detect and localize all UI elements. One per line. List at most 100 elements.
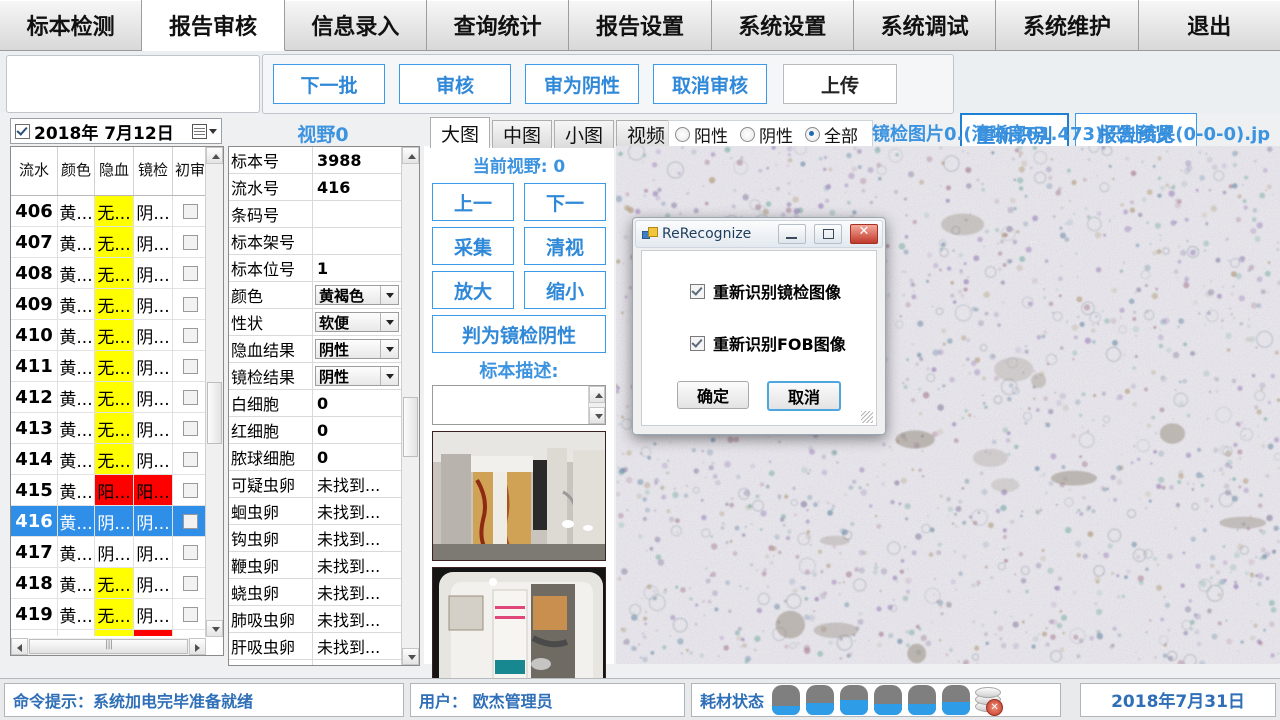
table-row[interactable]: 414 黄... 无... 阴...: [11, 444, 223, 475]
scroll-right-arrow[interactable]: [189, 638, 206, 655]
recognize-fob-checkbox-row[interactable]: 重新识别FOB图像: [642, 331, 876, 355]
radio-label-1[interactable]: 阳性: [694, 122, 728, 147]
chevron-down-icon[interactable]: [380, 367, 398, 385]
toolbar-button-1[interactable]: 下一批: [273, 64, 385, 104]
table-row[interactable]: 412 黄... 无... 阴...: [11, 382, 223, 413]
tab-6[interactable]: 系统设置: [711, 0, 854, 50]
specimen-photo-thumbnail-2[interactable]: [432, 567, 606, 695]
tab-3[interactable]: 信息录入: [284, 0, 427, 50]
tab-7[interactable]: 系统调试: [853, 0, 997, 50]
next-field-button[interactable]: 下一: [524, 183, 606, 221]
toolbar-button-3[interactable]: 审为阴性: [525, 64, 639, 104]
hscroll-thumb[interactable]: [29, 639, 188, 654]
dialog-titlebar[interactable]: ReRecognize: [635, 220, 883, 248]
detail-row[interactable]: 性状 软便: [229, 309, 401, 336]
detail-row[interactable]: 标本号 3988: [229, 147, 401, 174]
row-review-checkbox[interactable]: [173, 196, 207, 226]
detail-row[interactable]: 红细胞 0: [229, 417, 401, 444]
detail-row[interactable]: 蛲虫卵 未找到...: [229, 579, 401, 606]
row-review-checkbox[interactable]: [173, 258, 207, 288]
radio-3[interactable]: [805, 126, 820, 142]
capture-button[interactable]: 采集: [432, 227, 514, 265]
detail-row[interactable]: 颜色 黄褐色: [229, 282, 401, 309]
viewer-tab-1[interactable]: 大图: [430, 117, 491, 148]
row-review-checkbox[interactable]: [173, 599, 207, 629]
detail-row[interactable]: 镜检结果 阴性: [229, 363, 401, 390]
table-row[interactable]: 407 黄... 无... 阴...: [11, 227, 223, 258]
combo-box[interactable]: 黄褐色: [315, 285, 399, 305]
checkbox-checked-icon[interactable]: [690, 283, 705, 299]
checkbox-checked-icon[interactable]: [690, 335, 705, 351]
table-row[interactable]: 409 黄... 无... 阴...: [11, 289, 223, 320]
detail-row[interactable]: 血吸虫卵未找到...: [229, 660, 401, 665]
specimen-list-grid[interactable]: 流水颜色隐血镜检初审 406 黄... 无... 阴... 407 黄... 无... 阴..…: [10, 146, 224, 656]
tab-9[interactable]: 退出: [1138, 0, 1280, 50]
date-dropdown-button[interactable]: [192, 123, 217, 139]
desc-scroll-down-arrow[interactable]: [589, 407, 605, 424]
detail-row[interactable]: 标本架号: [229, 228, 401, 255]
radio-label-3[interactable]: 全部: [824, 122, 858, 147]
detail-row[interactable]: 标本位号 1: [229, 255, 401, 282]
table-row[interactable]: 417 黄... 阴... 阴...: [11, 537, 223, 568]
detail-row[interactable]: 肺吸虫卵 未找到...: [229, 606, 401, 633]
toolbar-button-5[interactable]: 上传: [783, 64, 897, 104]
grid-header-4[interactable]: 镜检: [134, 147, 173, 195]
specimen-list-vscrollbar[interactable]: [205, 147, 223, 637]
scroll-up-arrow[interactable]: [206, 147, 223, 164]
combo-box[interactable]: 阴性: [315, 339, 399, 359]
detail-combo[interactable]: 软便: [313, 309, 401, 335]
row-review-checkbox[interactable]: [173, 289, 207, 319]
dialog-ok-button[interactable]: 确定: [677, 381, 749, 409]
tab-2[interactable]: 报告审核: [142, 0, 285, 51]
detail-scroll-thumb[interactable]: [403, 397, 418, 457]
dialog-cancel-button[interactable]: 取消: [767, 381, 841, 411]
table-row[interactable]: 411 黄... 无... 阴...: [11, 351, 223, 382]
row-review-checkbox[interactable]: [173, 413, 207, 443]
prev-field-button[interactable]: 上一: [432, 183, 514, 221]
table-row[interactable]: 413 黄... 无... 阴...: [11, 413, 223, 444]
detail-row[interactable]: 蛔虫卵 未找到...: [229, 498, 401, 525]
memo-field[interactable]: [6, 55, 260, 113]
minimize-button[interactable]: [778, 224, 806, 244]
table-row[interactable]: 418 黄... 无... 阴...: [11, 568, 223, 599]
row-review-checkbox[interactable]: [173, 537, 207, 567]
grid-header-5[interactable]: 初审: [173, 147, 207, 195]
consumable-bottle-5[interactable]: [908, 684, 937, 715]
table-row[interactable]: 406 黄... 无... 阴...: [11, 196, 223, 227]
zoom-out-button[interactable]: 缩小: [524, 271, 606, 309]
table-row[interactable]: 415 黄... 阳... 阳...: [11, 475, 223, 506]
table-row[interactable]: 420黄...无...阳...: [11, 630, 223, 636]
detail-combo[interactable]: 黄褐色: [313, 282, 401, 308]
radio-1[interactable]: [675, 126, 690, 142]
tab-8[interactable]: 系统维护: [996, 0, 1139, 50]
detail-row[interactable]: 可疑虫卵 未找到...: [229, 471, 401, 498]
scroll-left-arrow[interactable]: [11, 638, 28, 655]
chevron-down-icon[interactable]: [380, 286, 398, 304]
grid-header-2[interactable]: 颜色: [58, 147, 95, 195]
row-review-checkbox[interactable]: [173, 444, 207, 474]
consumable-bottle-6[interactable]: [942, 684, 971, 715]
specimen-detail-grid[interactable]: 标本号 3988 流水号 416 条码号 标本架号 标本位号 1 颜色 黄褐色 性状 软便 隐血结果 阴性…: [228, 146, 420, 666]
detail-row[interactable]: 钩虫卵 未找到...: [229, 525, 401, 552]
detail-row[interactable]: 白细胞 0: [229, 390, 401, 417]
description-scrollbar[interactable]: [588, 386, 605, 424]
table-row[interactable]: 419 黄... 无... 阴...: [11, 599, 223, 630]
grid-header-3[interactable]: 隐血: [95, 147, 134, 195]
row-review-checkbox[interactable]: [173, 630, 207, 636]
row-review-checkbox[interactable]: [173, 382, 207, 412]
detail-combo[interactable]: 阴性: [313, 336, 401, 362]
maximize-button[interactable]: [814, 224, 842, 244]
toolbar-button-4[interactable]: 取消审核: [653, 64, 767, 104]
detail-combo[interactable]: 阴性: [313, 363, 401, 389]
consumable-bottles[interactable]: [772, 684, 971, 715]
consumable-bottle-4[interactable]: [874, 684, 903, 715]
chevron-down-icon[interactable]: [380, 340, 398, 358]
toolbar-button-2[interactable]: 审核: [399, 64, 511, 104]
row-review-checkbox[interactable]: [173, 568, 207, 598]
table-row[interactable]: 416 黄... 阴... 阴...: [11, 506, 223, 537]
table-row[interactable]: 408 黄... 无... 阴...: [11, 258, 223, 289]
specimen-list-rows[interactable]: 406 黄... 无... 阴... 407 黄... 无... 阴... 408 黄... 无..…: [11, 196, 223, 636]
table-row[interactable]: 410 黄... 无... 阴...: [11, 320, 223, 351]
scroll-thumb[interactable]: [207, 382, 222, 444]
specimen-photo-thumbnail-1[interactable]: [432, 431, 606, 561]
